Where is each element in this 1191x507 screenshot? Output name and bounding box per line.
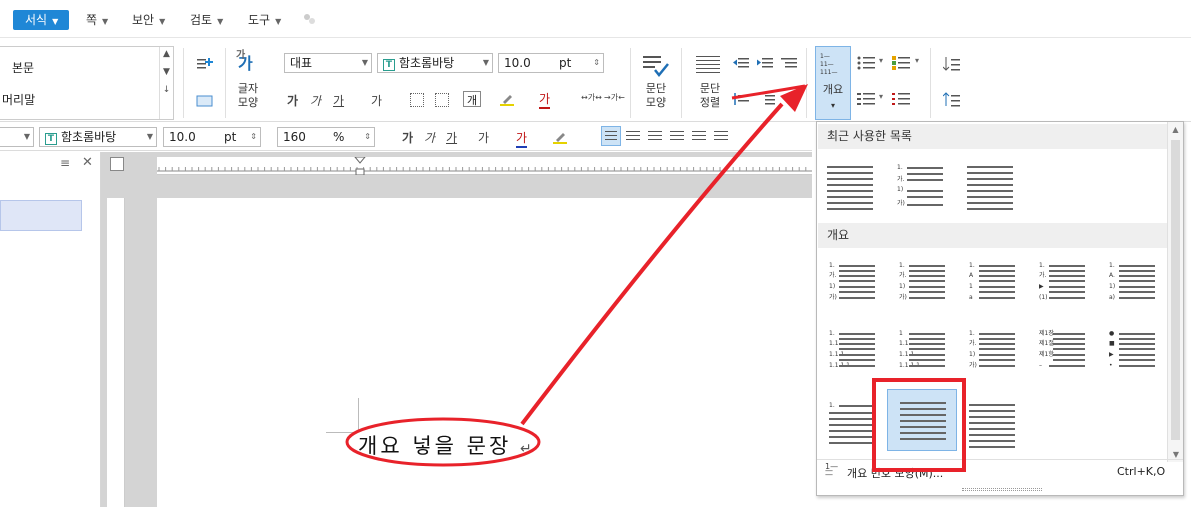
annotation-overlay: [345, 84, 966, 472]
annotation-highlight-box: [872, 378, 966, 472]
annotation-arrow-line: [520, 102, 784, 426]
annotation-ellipse: [345, 417, 541, 467]
